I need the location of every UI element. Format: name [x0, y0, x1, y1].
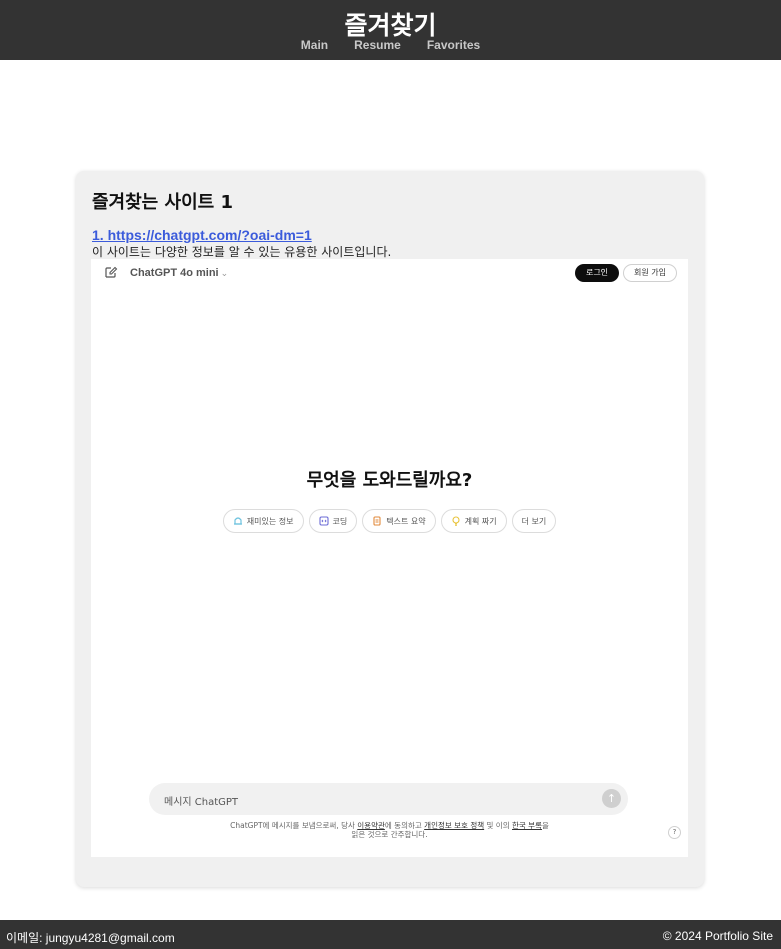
code-icon	[318, 516, 329, 526]
disclaimer-text: 및 이의	[484, 821, 512, 830]
terms-link[interactable]: 이용약관	[357, 821, 385, 830]
chip-planning[interactable]: 계획 짜기	[440, 509, 507, 533]
disclaimer: ChatGPT에 메시지를 보냄으로써, 당사 이용약관에 동의하고 개인정보 …	[91, 821, 688, 839]
disclaimer-text: ChatGPT에 메시지를 보냄으로써, 당사	[230, 821, 358, 830]
preview-headline: 무엇을 도와드릴까요?	[306, 470, 473, 491]
site-link[interactable]: 1. https://chatgpt.com/?oai-dm=1	[92, 227, 312, 243]
disclaimer-text: 읽은 것으로 간주합니다.	[351, 830, 428, 839]
site-header: 즐겨찾기 Main Resume Favorites	[0, 0, 781, 60]
chip-label: 더 보기	[521, 516, 547, 526]
login-button[interactable]: 로그인	[575, 264, 619, 282]
chip-label: 텍스트 요약	[386, 516, 426, 526]
site-preview-screenshot[interactable]: ChatGPT 4o mini ⌄ 로그인 회원 가입 무엇을 도와드릴까요? 재…	[91, 259, 688, 857]
signup-button[interactable]: 회원 가입	[623, 264, 677, 282]
chip-fun-facts[interactable]: 재미있는 정보	[222, 509, 304, 533]
nav-favorites[interactable]: Favorites	[427, 38, 480, 52]
footer-email: 이메일: jungyu4281@gmail.com	[6, 931, 175, 945]
nav-main[interactable]: Main	[301, 38, 328, 52]
footer-copyright: © 2024 Portfolio Site	[662, 929, 773, 943]
card-heading: 즐겨찾는 사이트 1	[92, 192, 233, 213]
lightbulb-icon	[452, 516, 460, 526]
edit-icon	[105, 266, 118, 278]
message-placeholder: 메시지 ChatGPT	[164, 797, 239, 808]
chevron-down-icon: ⌄	[220, 268, 229, 278]
model-label: ChatGPT 4o mini	[130, 267, 219, 279]
message-input[interactable]: 메시지 ChatGPT ↑	[149, 783, 628, 815]
chip-summarize[interactable]: 텍스트 요약	[362, 509, 436, 533]
favorite-card: 즐겨찾는 사이트 1 1. https://chatgpt.com/?oai-d…	[76, 171, 704, 887]
chip-label: 코딩	[332, 516, 348, 526]
send-icon[interactable]: ↑	[602, 789, 621, 808]
site-description: 이 사이트는 다양한 정보를 알 수 있는 유용한 사이트입니다.	[92, 245, 392, 259]
chip-coding[interactable]: 코딩	[308, 509, 358, 533]
site-footer: 이메일: jungyu4281@gmail.com © 2024 Portfol…	[0, 920, 781, 949]
hat-icon	[233, 517, 242, 525]
suggestion-chips: 재미있는 정보 코딩 텍스트 요약 계획 짜기 더 보기	[91, 509, 688, 533]
main-nav: Main Resume Favorites	[0, 38, 781, 52]
model-selector[interactable]: ChatGPT 4o mini ⌄	[130, 267, 228, 279]
chip-label: 재미있는 정보	[246, 516, 294, 526]
help-icon[interactable]: ?	[668, 826, 681, 839]
nav-resume[interactable]: Resume	[354, 38, 401, 52]
appendix-link[interactable]: 한국 부록	[512, 821, 542, 830]
chip-label: 계획 짜기	[464, 516, 497, 526]
disclaimer-text: 을	[541, 821, 549, 830]
disclaimer-text: 에 동의하고	[384, 821, 425, 830]
document-icon	[373, 516, 381, 526]
chip-more[interactable]: 더 보기	[511, 509, 557, 533]
privacy-link[interactable]: 개인정보 보호 정책	[424, 821, 484, 830]
site-title: 즐겨찾기	[344, 11, 437, 40]
